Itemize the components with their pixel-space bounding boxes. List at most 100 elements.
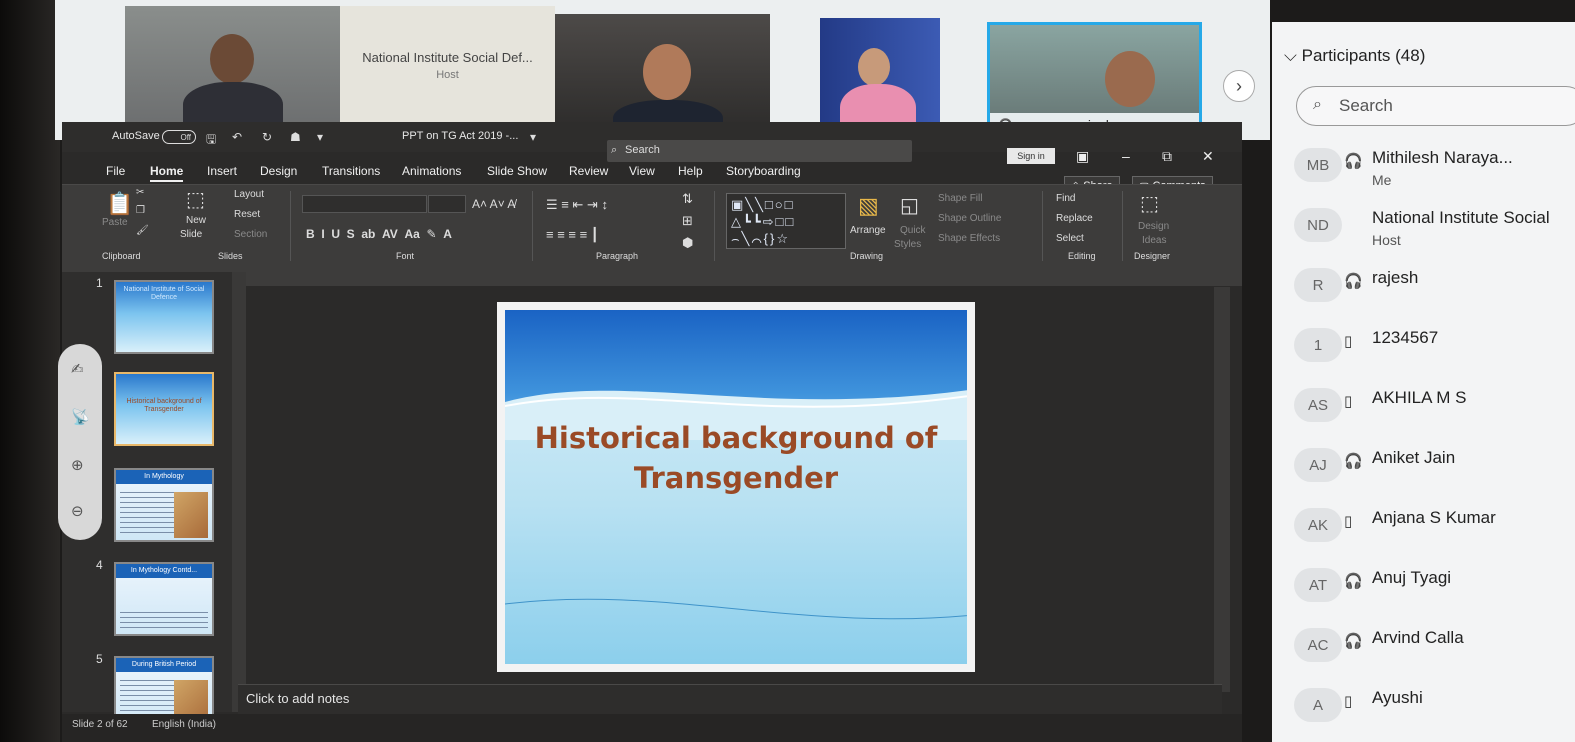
- new-slide-icon[interactable]: ⬚: [186, 187, 205, 212]
- reset-button[interactable]: Reset: [234, 209, 260, 220]
- design-ideas-label[interactable]: Design: [1138, 221, 1169, 232]
- thumbnail-title: National Institute of Social Defence: [123, 286, 205, 301]
- new-slide-label[interactable]: New: [186, 215, 206, 226]
- group-paragraph: Paragraph: [596, 251, 639, 261]
- slide-thumbnail[interactable]: In Mythology Contd...: [114, 562, 214, 636]
- tab-view[interactable]: View: [629, 164, 655, 178]
- slide-thumbnail-selected[interactable]: Historical background of Transgender: [114, 372, 214, 446]
- language-indicator[interactable]: English (India): [152, 719, 216, 730]
- tab-insert[interactable]: Insert: [207, 164, 237, 178]
- quick-styles-label[interactable]: Quick: [900, 225, 926, 236]
- zoom-in-icon[interactable]: ⊕: [71, 456, 84, 474]
- participant-row[interactable]: AT 🎧 Anuj Tyagi: [1272, 560, 1575, 610]
- shapes-gallery[interactable]: ▣╲╲□○□ △┗┗⇨□□ ⌢╲⌒{}☆: [726, 193, 846, 249]
- video-tile-participant-3[interactable]: [820, 18, 940, 136]
- slide-header-banner: [505, 310, 967, 440]
- draw-icon[interactable]: ✍: [71, 360, 84, 378]
- section-button[interactable]: Section: [234, 229, 267, 240]
- tab-design[interactable]: Design: [260, 164, 297, 178]
- font-name-select[interactable]: [302, 195, 427, 213]
- shape-fill-button[interactable]: Shape Fill: [938, 193, 982, 204]
- participant-row[interactable]: A ▯ Ayushi: [1272, 680, 1575, 730]
- select-button[interactable]: Select: [1056, 233, 1084, 244]
- font-size-select[interactable]: [428, 195, 466, 213]
- design-ideas-label-2[interactable]: Ideas: [1142, 235, 1166, 246]
- tab-animations[interactable]: Animations: [402, 164, 461, 178]
- chevron-right-icon[interactable]: ›: [1223, 70, 1255, 102]
- slide-title[interactable]: Historical background of Transgender: [505, 418, 967, 498]
- broadcast-icon[interactable]: 📡: [71, 408, 90, 426]
- avatar: ND: [1294, 208, 1342, 242]
- participant-row[interactable]: MB 🎧 Mithilesh Naraya... Me: [1272, 140, 1575, 190]
- video-tile-host[interactable]: National Institute Social Def... Host: [125, 6, 555, 124]
- participants-search-input[interactable]: ⌕ Search: [1296, 86, 1575, 126]
- customize-qat-icon[interactable]: ▾: [317, 130, 323, 144]
- search-input[interactable]: ⌕ Search: [607, 140, 912, 162]
- tab-storyboarding[interactable]: Storyboarding: [726, 164, 801, 178]
- participant-row[interactable]: R 🎧 rajesh: [1272, 260, 1575, 310]
- format-painter-icon[interactable]: 🖌: [136, 225, 149, 236]
- quick-styles-icon[interactable]: ◱: [900, 193, 919, 218]
- paste-icon[interactable]: 📋: [106, 191, 133, 217]
- smartart-icon[interactable]: ⬢: [682, 235, 693, 251]
- autosave-toggle[interactable]: Off: [162, 130, 196, 144]
- quick-styles-label-2[interactable]: Styles: [894, 239, 921, 250]
- video-tile-participant-2[interactable]: [555, 14, 770, 134]
- tab-help[interactable]: Help: [678, 164, 703, 178]
- participant-row[interactable]: AC 🎧 Arvind Calla: [1272, 620, 1575, 670]
- participants-panel: ⌵ Participants (48) ⌕ Search MB 🎧 Mithil…: [1272, 22, 1575, 742]
- headset-icon: 🎧: [1344, 573, 1363, 590]
- slide-thumbnail[interactable]: National Institute of Social Defence: [114, 280, 214, 354]
- group-designer: Designer: [1134, 251, 1171, 261]
- design-ideas-icon[interactable]: ⬚: [1140, 191, 1159, 216]
- participant-name: Ayushi: [1372, 688, 1423, 707]
- tab-file[interactable]: File: [106, 164, 125, 178]
- avatar: AC: [1294, 628, 1342, 662]
- find-button[interactable]: Find: [1056, 193, 1075, 204]
- zoom-out-icon[interactable]: ⊖: [71, 502, 84, 520]
- save-icon[interactable]: 🖫: [206, 130, 216, 151]
- tab-slide-show[interactable]: Slide Show: [487, 164, 547, 178]
- participants-header[interactable]: ⌵ Participants (48): [1284, 46, 1425, 66]
- undo-icon[interactable]: ↶: [232, 130, 242, 144]
- layout-button[interactable]: Layout: [234, 189, 264, 200]
- thumbnail-scrollbar[interactable]: [232, 272, 246, 712]
- arrange-label[interactable]: Arrange: [850, 225, 886, 236]
- list-icons[interactable]: ☰ ≡ ⇤ ⇥ ↕: [546, 197, 608, 213]
- notes-pane[interactable]: Click to add notes: [238, 684, 1222, 714]
- shape-outline-button[interactable]: Shape Outline: [938, 213, 1001, 224]
- tab-review[interactable]: Review: [569, 164, 608, 178]
- thumbnail-text-lines: [120, 612, 208, 632]
- arrange-icon[interactable]: ▧: [858, 193, 879, 219]
- participant-row[interactable]: ND National Institute Social Host: [1272, 200, 1575, 250]
- present-icon[interactable]: ☗: [290, 130, 301, 144]
- slide-title-line-1: Historical background of: [534, 421, 938, 455]
- text-format-icons[interactable]: B I U S ab AV Aa ✎ A: [306, 227, 452, 241]
- replace-button[interactable]: Replace: [1056, 213, 1093, 224]
- text-direction-icon[interactable]: ⇅: [682, 191, 693, 207]
- participant-row[interactable]: AK ▯ Anjana S Kumar: [1272, 500, 1575, 550]
- thumbnail-text-lines: [120, 492, 174, 536]
- participant-row[interactable]: AJ 🎧 Aniket Jain: [1272, 440, 1575, 490]
- search-icon: ⌕: [1313, 96, 1322, 113]
- ribbon-separator: [532, 191, 533, 261]
- chevron-down-icon[interactable]: ▾: [530, 130, 536, 144]
- align-icons[interactable]: ≡ ≡ ≡ ≡ ┃: [546, 227, 599, 243]
- participant-row[interactable]: AS ▯ AKHILA M S: [1272, 380, 1575, 430]
- new-slide-label-2[interactable]: Slide: [180, 229, 202, 240]
- participant-row[interactable]: 1 ▯ 1234567: [1272, 320, 1575, 370]
- redo-icon[interactable]: ↻: [262, 130, 272, 144]
- cut-icon[interactable]: ✂: [136, 187, 144, 198]
- align-text-icon[interactable]: ⊞: [682, 213, 693, 229]
- slide-canvas[interactable]: Historical background of Transgender: [497, 302, 975, 672]
- slide-scrollbar[interactable]: [1214, 287, 1230, 692]
- shape-effects-button[interactable]: Shape Effects: [938, 233, 1000, 244]
- grow-font-icon[interactable]: A˄ A˅ A̸: [472, 197, 515, 211]
- slide-thumbnail[interactable]: In Mythology: [114, 468, 214, 542]
- participant-head: [1105, 51, 1155, 107]
- tab-home[interactable]: Home: [150, 164, 184, 182]
- copy-icon[interactable]: ❐: [136, 205, 145, 216]
- paste-label[interactable]: Paste: [102, 217, 128, 228]
- thumbnail-number: 5: [96, 652, 103, 666]
- tab-transitions[interactable]: Transitions: [322, 164, 380, 178]
